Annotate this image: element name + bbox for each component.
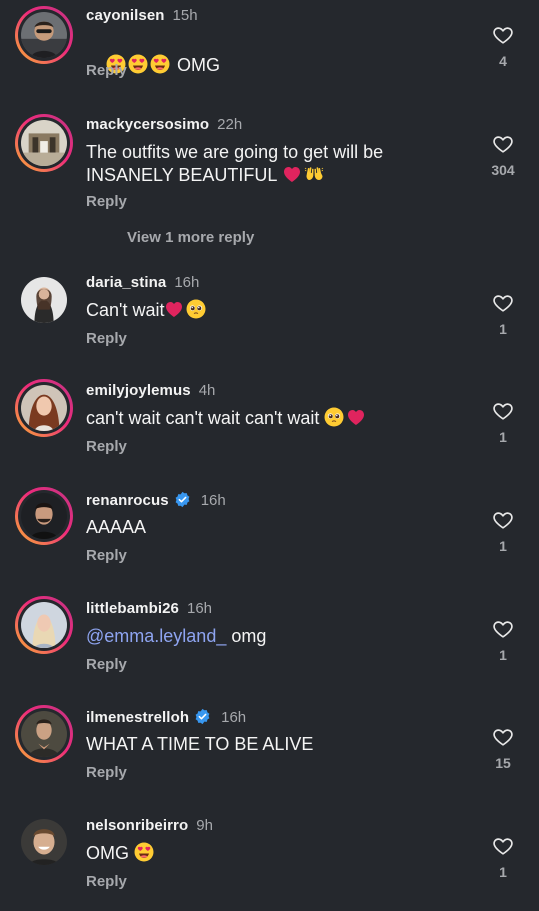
like-count: 4 bbox=[499, 53, 507, 69]
mention-link[interactable]: @emma.leyland_ bbox=[86, 626, 226, 646]
timestamp: 9h bbox=[196, 817, 213, 834]
username[interactable]: daria_stina bbox=[86, 274, 166, 291]
comment-text: OMG bbox=[86, 31, 416, 100]
like-count: 1 bbox=[499, 864, 507, 880]
like-count: 15 bbox=[495, 755, 511, 771]
avatar[interactable] bbox=[15, 379, 73, 437]
heart-eyes-emoji-icon bbox=[150, 54, 170, 74]
username[interactable]: littlebambi26 bbox=[86, 600, 179, 617]
comment-meta: cayonilsen 15h bbox=[86, 7, 198, 25]
verified-badge-icon bbox=[174, 491, 191, 508]
like-count: 1 bbox=[499, 538, 507, 554]
verified-badge-icon bbox=[194, 708, 211, 725]
timestamp: 16h bbox=[187, 600, 213, 617]
heart-outline-icon[interactable] bbox=[492, 509, 514, 531]
comment-meta: littlebambi26 16h bbox=[86, 600, 212, 618]
username[interactable]: mackycersosimo bbox=[86, 116, 209, 133]
like-control: 1 bbox=[478, 618, 528, 663]
like-control: 304 bbox=[478, 133, 528, 178]
comment-text: AAAAA bbox=[86, 516, 416, 539]
comment-body: OMG bbox=[86, 843, 129, 863]
like-control: 1 bbox=[478, 292, 528, 337]
heart-outline-icon[interactable] bbox=[492, 618, 514, 640]
heart-outline-icon[interactable] bbox=[492, 24, 514, 46]
heart-outline-icon[interactable] bbox=[492, 726, 514, 748]
avatar[interactable] bbox=[15, 596, 73, 654]
comment-body: OMG bbox=[172, 55, 221, 75]
comment-body: can't wait can't wait can't wait bbox=[86, 408, 320, 428]
comment-meta: emilyjoylemus 4h bbox=[86, 382, 215, 400]
comment-body: omg bbox=[226, 626, 267, 646]
username[interactable]: renanrocus bbox=[86, 492, 169, 509]
heart-outline-icon[interactable] bbox=[492, 133, 514, 155]
like-count: 1 bbox=[499, 429, 507, 445]
comment-text: can't wait can't wait can't wait bbox=[86, 407, 466, 430]
reply-button[interactable]: Reply bbox=[86, 438, 127, 455]
red-heart-emoji-icon bbox=[282, 164, 302, 184]
comment-body: Can't wait bbox=[86, 300, 165, 320]
username[interactable]: ilmenestrelloh bbox=[86, 709, 189, 726]
comment-meta: mackycersosimo 22h bbox=[86, 116, 242, 134]
like-control: 1 bbox=[478, 835, 528, 880]
reply-button[interactable]: Reply bbox=[86, 330, 127, 347]
reply-button[interactable]: Reply bbox=[86, 547, 127, 564]
pleading-face-emoji-icon bbox=[324, 407, 344, 427]
username[interactable]: cayonilsen bbox=[86, 7, 165, 24]
heart-outline-icon[interactable] bbox=[492, 292, 514, 314]
reply-button[interactable]: Reply bbox=[86, 656, 127, 673]
comment-text: WHAT A TIME TO BE ALIVE bbox=[86, 733, 416, 756]
comment-text: OMG bbox=[86, 842, 416, 865]
avatar[interactable] bbox=[15, 487, 73, 545]
timestamp: 15h bbox=[172, 7, 198, 24]
username[interactable]: emilyjoylemus bbox=[86, 382, 191, 399]
timestamp: 22h bbox=[217, 116, 243, 133]
comment-body: AAAAA bbox=[86, 517, 147, 537]
timestamp: 4h bbox=[198, 382, 216, 399]
avatar[interactable] bbox=[15, 6, 73, 64]
comment-meta: ilmenestrelloh 16h bbox=[86, 708, 246, 727]
like-control: 15 bbox=[478, 726, 528, 771]
comment-meta: renanrocus 16h bbox=[86, 491, 226, 510]
avatar[interactable] bbox=[15, 114, 73, 172]
red-heart-emoji-icon bbox=[346, 407, 366, 427]
heart-eyes-emoji-icon bbox=[134, 842, 154, 862]
comment-text: The outfits we are going to get will be … bbox=[86, 141, 446, 187]
like-control: 1 bbox=[478, 400, 528, 445]
like-count: 1 bbox=[499, 321, 507, 337]
timestamp: 16h bbox=[200, 492, 226, 509]
like-count: 304 bbox=[491, 162, 515, 178]
comment-meta: daria_stina 16h bbox=[86, 274, 199, 292]
like-control: 1 bbox=[478, 509, 528, 554]
like-control: 4 bbox=[478, 24, 528, 69]
comment-body: WHAT A TIME TO BE ALIVE bbox=[86, 734, 314, 754]
comment-body: The outfits we are going to get will be … bbox=[86, 142, 384, 185]
reply-button[interactable]: Reply bbox=[86, 764, 127, 781]
timestamp: 16h bbox=[174, 274, 200, 291]
comment-text: Can't wait bbox=[86, 299, 416, 322]
avatar[interactable] bbox=[15, 705, 73, 763]
username[interactable]: nelsonribeirro bbox=[86, 817, 188, 834]
like-count: 1 bbox=[499, 647, 507, 663]
red-heart-emoji-icon bbox=[164, 299, 184, 319]
avatar[interactable] bbox=[15, 271, 73, 329]
heart-eyes-emoji-icon bbox=[128, 54, 148, 74]
avatar[interactable] bbox=[15, 813, 73, 871]
view-more-replies-button[interactable]: View 1 more reply bbox=[127, 229, 254, 246]
raised-hands-emoji-icon bbox=[304, 164, 324, 184]
reply-button[interactable]: Reply bbox=[86, 873, 127, 890]
timestamp: 16h bbox=[221, 709, 247, 726]
comment-text: @emma.leyland_ omg bbox=[86, 625, 416, 648]
heart-outline-icon[interactable] bbox=[492, 835, 514, 857]
reply-button[interactable]: Reply bbox=[86, 62, 127, 79]
pleading-face-emoji-icon bbox=[186, 299, 206, 319]
comment-meta: nelsonribeirro 9h bbox=[86, 817, 213, 835]
reply-button[interactable]: Reply bbox=[86, 193, 127, 210]
heart-outline-icon[interactable] bbox=[492, 400, 514, 422]
